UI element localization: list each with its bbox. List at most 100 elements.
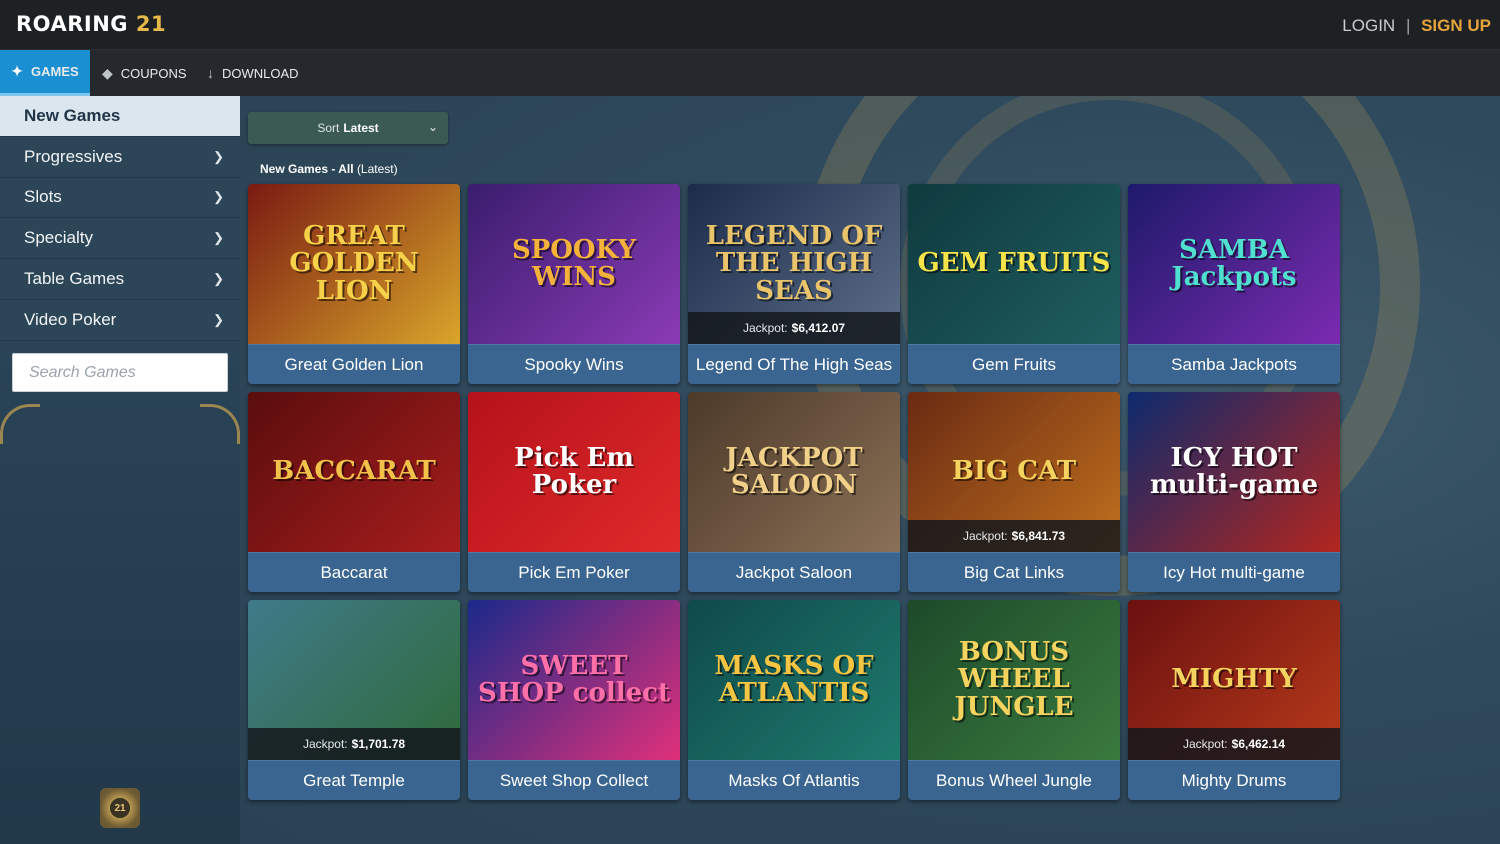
- games-panel: Sort Latest ⌄ New Games - All (Latest) G…: [240, 96, 1500, 844]
- game-card[interactable]: MIGHTY Jackpot: $6,462.14 Mighty Drums: [1128, 600, 1340, 800]
- gamepad-icon: ✦: [11, 63, 24, 79]
- game-thumbnail[interactable]: ICY HOT multi-game: [1128, 392, 1340, 552]
- game-thumbnail[interactable]: BACCARAT: [248, 392, 460, 552]
- game-thumbnail[interactable]: SPOOKY WINS: [468, 184, 680, 344]
- jackpot-banner: Jackpot: $6,841.73: [908, 520, 1120, 552]
- sidebar-item-new-games[interactable]: New Games: [0, 96, 240, 137]
- chevron-right-icon: ❯: [213, 230, 224, 246]
- game-title[interactable]: Bonus Wheel Jungle: [908, 760, 1120, 800]
- game-card[interactable]: BIG CAT Jackpot: $6,841.73 Big Cat Links: [908, 392, 1120, 592]
- jackpot-label: Jackpot:: [962, 529, 1008, 543]
- game-title[interactable]: Jackpot Saloon: [688, 552, 900, 592]
- game-title[interactable]: Big Cat Links: [908, 552, 1120, 592]
- ornament-left: [0, 404, 40, 444]
- game-thumbnail[interactable]: SAMBA Jackpots: [1128, 184, 1340, 344]
- nav-coupons-label: COUPONS: [120, 65, 187, 81]
- game-thumbnail[interactable]: GREAT GOLDEN LION: [248, 184, 460, 344]
- download-arrow-icon: ↓: [207, 65, 214, 81]
- section-heading: New Games - All (Latest): [260, 162, 398, 176]
- game-title[interactable]: Great Temple: [248, 760, 460, 800]
- nav-games-tab[interactable]: ✦ GAMES: [0, 50, 90, 96]
- game-title[interactable]: Great Golden Lion: [248, 344, 460, 384]
- auth-links: LOGIN | SIGN UP: [1342, 16, 1491, 36]
- sidebar-item-slots[interactable]: Slots ❯: [0, 177, 240, 219]
- game-logo-art: GEM FRUITS: [917, 248, 1111, 279]
- game-title[interactable]: Pick Em Poker: [468, 552, 680, 592]
- jackpot-label: Jackpot:: [742, 321, 788, 335]
- game-title[interactable]: Legend Of The High Seas: [688, 344, 900, 384]
- nav-download-tab[interactable]: ↓ DOWNLOAD: [207, 50, 299, 96]
- nav-download-label: DOWNLOAD: [222, 65, 299, 81]
- game-title[interactable]: Spooky Wins: [468, 344, 680, 384]
- game-title[interactable]: Baccarat: [248, 552, 460, 592]
- game-thumbnail[interactable]: GEM FRUITS: [908, 184, 1120, 344]
- sidebar-item-video-poker[interactable]: Video Poker ❯: [0, 299, 240, 341]
- chevron-down-icon: ⌄: [427, 120, 438, 134]
- logo-text: ROARING: [16, 12, 129, 36]
- game-card[interactable]: Pick Em Poker Pick Em Poker: [468, 392, 680, 592]
- game-thumbnail[interactable]: Pick Em Poker: [468, 392, 680, 552]
- chevron-right-icon: ❯: [213, 148, 224, 164]
- game-card[interactable]: BONUS WHEEL JUNGLE Bonus Wheel Jungle: [908, 600, 1120, 800]
- jackpot-label: Jackpot:: [1182, 737, 1228, 751]
- sidebar-item-table-games[interactable]: Table Games ❯: [0, 259, 240, 300]
- sidebar-item-progressives[interactable]: Progressives ❯: [0, 136, 240, 178]
- category-sidebar: New Games Progressives ❯ Slots ❯ Special…: [0, 96, 240, 844]
- sidebar-item-label: Video Poker: [24, 309, 117, 329]
- sidebar-item-label: Slots: [24, 187, 62, 207]
- sidebar-item-label: Table Games: [24, 269, 125, 289]
- chevron-right-icon: ❯: [213, 271, 224, 287]
- sidebar-item-label: Specialty: [24, 228, 93, 248]
- game-card[interactable]: JACKPOT SALOON Jackpot Saloon: [688, 392, 900, 592]
- game-thumbnail[interactable]: SWEET SHOP collect: [468, 600, 680, 760]
- game-card[interactable]: MASKS OF ATLANTIS Masks Of Atlantis: [688, 600, 900, 800]
- sidebar-item-specialty[interactable]: Specialty ❯: [0, 218, 240, 260]
- game-card[interactable]: LEGEND OF THE HIGH SEAS Jackpot: $6,412.07…: [688, 184, 900, 384]
- game-card[interactable]: SWEET SHOP collect Sweet Shop Collect: [468, 600, 680, 800]
- game-title[interactable]: Icy Hot multi-game: [1128, 552, 1340, 592]
- game-card[interactable]: SAMBA Jackpots Samba Jackpots: [1128, 184, 1340, 384]
- jackpot-banner: Jackpot: $6,462.14: [1128, 728, 1340, 760]
- game-card[interactable]: GREAT GOLDEN LION Great Golden Lion: [248, 184, 460, 384]
- jackpot-amount: $6,841.73: [1011, 529, 1066, 543]
- game-thumbnail[interactable]: MASKS OF ATLANTIS: [688, 600, 900, 760]
- nav-coupons-tab[interactable]: ◆ COUPONS: [102, 50, 187, 96]
- game-logo-art: BIG CAT: [951, 456, 1077, 487]
- signup-link[interactable]: SIGN UP: [1421, 16, 1491, 35]
- game-logo-art: Pick Em Poker: [514, 442, 634, 500]
- game-thumbnail[interactable]: MIGHTY Jackpot: $6,462.14: [1128, 600, 1340, 760]
- game-logo-art: MASKS OF ATLANTIS: [714, 650, 874, 708]
- game-card[interactable]: ICY HOT multi-game Icy Hot multi-game: [1128, 392, 1340, 592]
- jackpot-label: Jackpot:: [302, 737, 348, 751]
- nav-games-label: GAMES: [31, 64, 79, 79]
- game-card[interactable]: Jackpot: $1,701.78 Great Temple: [248, 600, 460, 800]
- site-logo[interactable]: ROARING 21: [16, 12, 166, 36]
- chip-text: 21: [114, 802, 126, 814]
- game-thumbnail[interactable]: LEGEND OF THE HIGH SEAS Jackpot: $6,412.07: [688, 184, 900, 344]
- game-thumbnail[interactable]: BONUS WHEEL JUNGLE: [908, 600, 1120, 760]
- game-thumbnail[interactable]: Jackpot: $1,701.78: [248, 600, 460, 760]
- game-title[interactable]: Mighty Drums: [1128, 760, 1340, 800]
- game-card[interactable]: BACCARAT Baccarat: [248, 392, 460, 592]
- game-title[interactable]: Masks Of Atlantis: [688, 760, 900, 800]
- game-logo-art: SAMBA Jackpots: [1171, 234, 1297, 292]
- game-card[interactable]: GEM FRUITS Gem Fruits: [908, 184, 1120, 384]
- section-heading-rest: (Latest): [356, 162, 398, 176]
- search-games-input[interactable]: [12, 353, 228, 392]
- sort-prefix: Sort: [317, 121, 340, 135]
- login-link[interactable]: LOGIN: [1342, 16, 1395, 35]
- game-logo-art: SWEET SHOP collect: [478, 650, 670, 708]
- game-card[interactable]: SPOOKY WINS Spooky Wins: [468, 184, 680, 384]
- game-thumbnail[interactable]: JACKPOT SALOON: [688, 392, 900, 552]
- tag-icon: ◆: [102, 64, 113, 81]
- game-title[interactable]: Samba Jackpots: [1128, 344, 1340, 384]
- logo-number: 21: [135, 12, 167, 36]
- game-logo-art: LEGEND OF THE HIGH SEAS: [705, 221, 883, 306]
- game-title[interactable]: Gem Fruits: [908, 344, 1120, 384]
- sort-dropdown[interactable]: Sort Latest ⌄: [248, 112, 448, 144]
- chevron-right-icon: ❯: [213, 189, 224, 205]
- game-title[interactable]: Sweet Shop Collect: [468, 760, 680, 800]
- game-thumbnail[interactable]: BIG CAT Jackpot: $6,841.73: [908, 392, 1120, 552]
- section-heading-bold: New Games - All: [260, 162, 354, 176]
- jackpot-amount: $6,412.07: [791, 321, 846, 335]
